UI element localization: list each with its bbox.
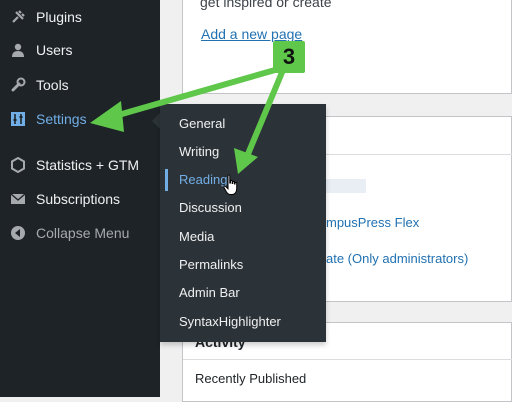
submenu-item-label: Discussion xyxy=(179,199,242,215)
submenu-item-reading[interactable]: Reading xyxy=(160,165,326,193)
sliders-icon xyxy=(9,110,27,128)
welcome-text: get inspired or create xyxy=(200,0,332,10)
wrench-icon xyxy=(9,76,27,94)
sidebar-item-subscriptions[interactable]: Subscriptions xyxy=(0,182,160,216)
sidebar-item-users[interactable]: Users xyxy=(0,33,160,67)
submenu-item-label: General xyxy=(179,115,226,131)
welcome-panel xyxy=(182,0,512,94)
sidebar-item-label: Plugins xyxy=(36,9,82,25)
submenu-item-permalinks[interactable]: Permalinks xyxy=(160,250,326,278)
submenu-item-writing[interactable]: Writing xyxy=(160,137,326,165)
plugin-icon xyxy=(9,8,27,26)
collapse-icon xyxy=(9,224,27,242)
submenu-item-general[interactable]: General xyxy=(160,109,326,137)
sidebar-item-label: Statistics + GTM xyxy=(36,157,140,173)
hexagon-icon xyxy=(9,156,27,174)
submenu-item-label: Permalinks xyxy=(179,256,244,272)
submenu-item-label: Admin Bar xyxy=(179,284,240,300)
theme-link[interactable]: mpusPress Flex xyxy=(326,215,419,230)
submenu-item-label: SyntaxHighlighter xyxy=(179,313,281,329)
envelope-icon xyxy=(9,190,27,208)
step-number-badge: 3 xyxy=(273,41,305,73)
users-icon xyxy=(9,41,27,59)
submenu-item-media[interactable]: Media xyxy=(160,222,326,250)
sidebar-item-settings[interactable]: Settings xyxy=(0,102,160,136)
sidebar-item-statistics[interactable]: Statistics + GTM xyxy=(0,148,160,182)
submenu-item-label: Reading xyxy=(179,171,228,187)
blurred-text xyxy=(322,179,366,193)
recently-published-heading: Recently Published xyxy=(195,371,307,386)
sidebar-item-label: Users xyxy=(36,42,73,58)
add-new-page-link[interactable]: Add a new page xyxy=(201,26,302,42)
submenu-item-admin-bar[interactable]: Admin Bar xyxy=(160,278,326,306)
sidebar-item-label: Settings xyxy=(36,111,87,127)
collapse-menu-button[interactable]: Collapse Menu xyxy=(0,216,160,250)
sidebar-item-label: Subscriptions xyxy=(36,191,121,207)
sidebar-item-label: Tools xyxy=(36,77,69,93)
search-engine-link[interactable]: ate (Only administrators) xyxy=(326,251,468,266)
submenu-item-label: Media xyxy=(179,228,215,244)
panel-divider xyxy=(183,359,512,360)
sidebar-item-plugins[interactable]: Plugins xyxy=(0,0,160,34)
admin-sidebar: Plugins Users Tools Settings Statistics … xyxy=(0,0,160,397)
submenu-item-discussion[interactable]: Discussion xyxy=(160,193,326,221)
submenu-item-syntaxhighlighter[interactable]: SyntaxHighlighter xyxy=(160,307,326,335)
flyout-pointer xyxy=(152,113,160,129)
submenu-item-label: Writing xyxy=(179,143,220,159)
sidebar-item-tools[interactable]: Tools xyxy=(0,68,160,102)
settings-submenu: General Writing Reading Discussion Media… xyxy=(160,104,326,342)
sidebar-item-label: Collapse Menu xyxy=(36,225,130,241)
hand-cursor-icon xyxy=(223,174,238,195)
